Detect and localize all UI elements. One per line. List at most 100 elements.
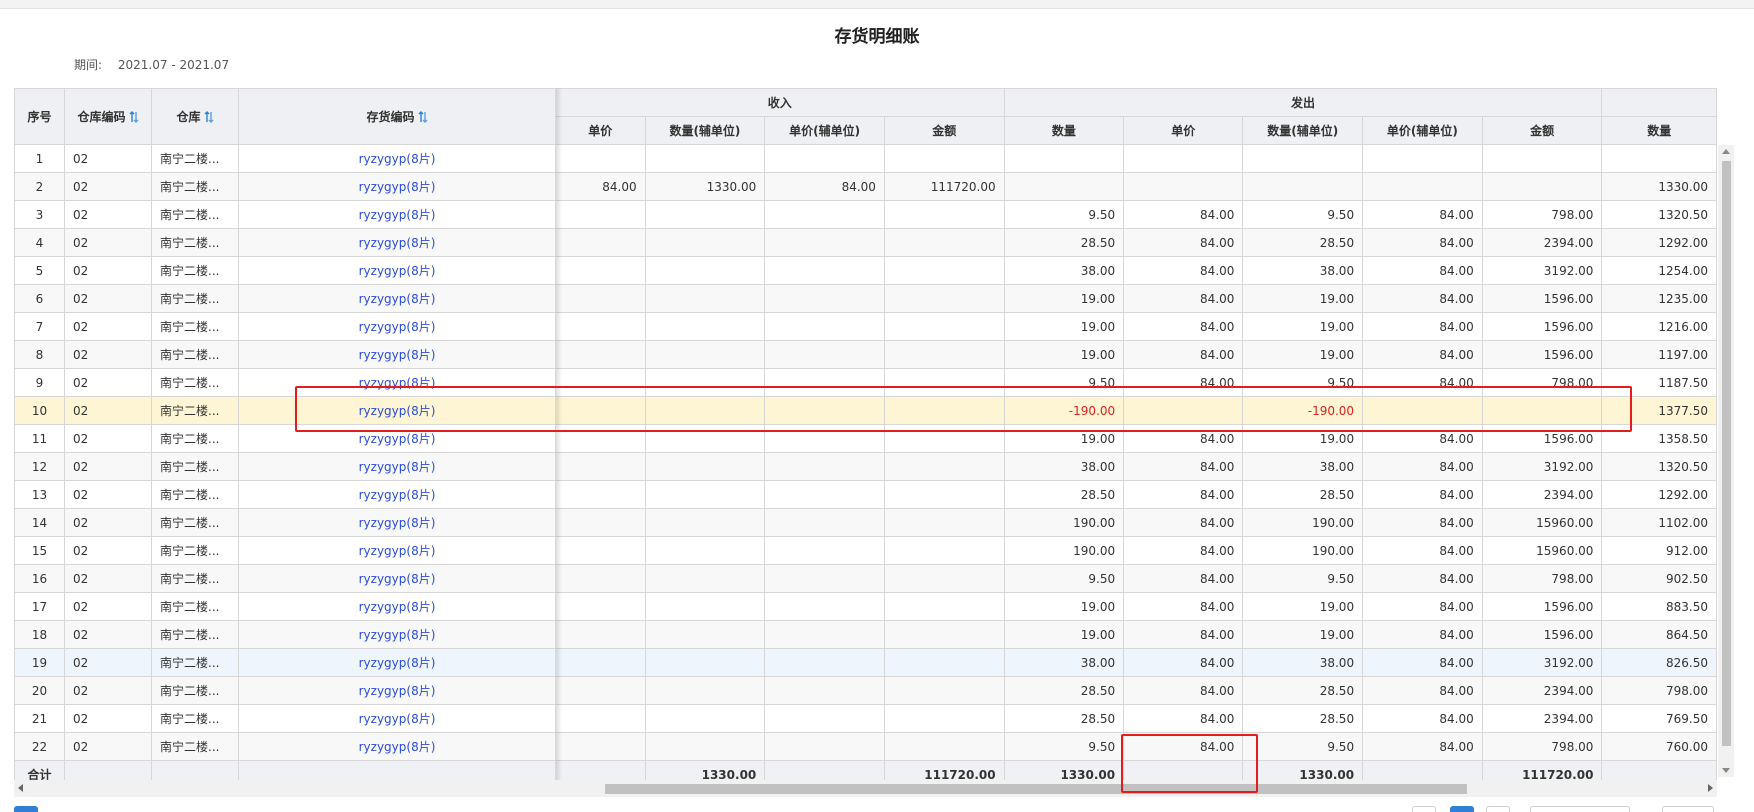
item-code-link[interactable]: ryzygyp(8片) [238,256,556,285]
col-warehouse-header[interactable]: 仓库 [151,88,239,145]
item-code-link[interactable]: ryzygyp(8片) [238,620,556,649]
issue-col-header-3[interactable]: 单价(辅单位) [1362,116,1483,145]
table-row[interactable]: 38.00 84.00 38.00 84.00 3192.00 1254.00 [555,256,1717,285]
table-row[interactable]: 19.00 84.00 19.00 84.00 1596.00 1216.00 [555,312,1717,341]
sort-arrows-icon[interactable] [204,111,214,123]
item-code-link[interactable]: ryzygyp(8片) [238,228,556,257]
horizontal-scroll-thumb[interactable] [605,784,1467,794]
table-row[interactable]: 2 02 南宁二楼... ryzygyp(8片) [14,172,556,201]
table-row[interactable]: 21 02 南宁二楼... ryzygyp(8片) [14,704,556,733]
scroll-up-icon[interactable] [1722,149,1730,154]
table-row[interactable]: 9.50 84.00 9.50 84.00 798.00 1187.50 [555,368,1717,397]
item-code-link[interactable]: ryzygyp(8片) [238,144,556,173]
item-code-link[interactable]: ryzygyp(8片) [238,452,556,481]
col-seq-header[interactable]: 序号 [14,88,65,145]
table-row[interactable]: 19 02 南宁二楼... ryzygyp(8片) [14,648,556,677]
col-warehouse-code-header[interactable]: 仓库编码 [64,88,152,145]
item-code-link[interactable]: ryzygyp(8片) [238,172,556,201]
item-code-link[interactable]: ryzygyp(8片) [238,564,556,593]
table-row[interactable]: 11 02 南宁二楼... ryzygyp(8片) [14,424,556,453]
issue-col-header-4[interactable]: 金额 [1481,116,1603,145]
table-row[interactable]: 38.00 84.00 38.00 84.00 3192.00 1320.50 [555,452,1717,481]
item-code-link[interactable]: ryzygyp(8片) [238,732,556,761]
table-row[interactable]: 4 02 南宁二楼... ryzygyp(8片) [14,228,556,257]
item-code-link[interactable]: ryzygyp(8片) [238,508,556,537]
table-row[interactable]: 9.50 84.00 9.50 84.00 798.00 902.50 [555,564,1717,593]
issue-col-header-0[interactable]: 数量 [1003,116,1125,145]
col-item-code-header[interactable]: 存货编码 [238,88,556,145]
page-size-button[interactable] [14,806,38,812]
sort-arrows-icon[interactable] [129,111,139,123]
table-row[interactable]: 5 02 南宁二楼... ryzygyp(8片) [14,256,556,285]
table-row[interactable]: 19.00 84.00 19.00 84.00 1596.00 1197.00 [555,340,1717,369]
income-cell [883,312,1005,341]
item-code-link[interactable]: ryzygyp(8片) [238,592,556,621]
item-code-link[interactable]: ryzygyp(8片) [238,536,556,565]
balance-col-header[interactable]: 数量 [1601,116,1717,145]
vertical-scrollbar[interactable] [1718,145,1734,777]
table-row[interactable]: 19.00 84.00 19.00 84.00 1596.00 1235.00 [555,284,1717,313]
table-row[interactable]: 13 02 南宁二楼... ryzygyp(8片) [14,480,556,509]
table-row[interactable]: 19.00 84.00 19.00 84.00 1596.00 1358.50 [555,424,1717,453]
table-row[interactable]: 1 02 南宁二楼... ryzygyp(8片) [14,144,556,173]
totals-empty-cell [64,760,152,782]
table-row[interactable]: 7 02 南宁二楼... ryzygyp(8片) [14,312,556,341]
item-code-link[interactable]: ryzygyp(8片) [238,312,556,341]
item-code-link[interactable]: ryzygyp(8片) [238,648,556,677]
table-row[interactable]: 10 02 南宁二楼... ryzygyp(8片) [14,396,556,425]
table-row[interactable]: 19.00 84.00 19.00 84.00 1596.00 864.50 [555,620,1717,649]
table-row[interactable]: 18 02 南宁二楼... ryzygyp(8片) [14,620,556,649]
table-row[interactable]: 84.00 1330.00 84.00 111720.00 1330.00 [555,172,1717,201]
table-row[interactable]: 6 02 南宁二楼... ryzygyp(8片) [14,284,556,313]
item-code-link[interactable]: ryzygyp(8片) [238,424,556,453]
pager-current-page[interactable] [1450,806,1474,812]
table-row[interactable]: 3 02 南宁二楼... ryzygyp(8片) [14,200,556,229]
item-code-link[interactable]: ryzygyp(8片) [238,704,556,733]
table-row[interactable]: 12 02 南宁二楼... ryzygyp(8片) [14,452,556,481]
issue-col-header-1[interactable]: 单价 [1123,116,1244,145]
table-row[interactable]: 28.50 84.00 28.50 84.00 2394.00 1292.00 [555,480,1717,509]
item-code-link[interactable]: ryzygyp(8片) [238,340,556,369]
horizontal-scrollbar[interactable] [14,780,1717,797]
table-row[interactable]: 19.00 84.00 19.00 84.00 1596.00 883.50 [555,592,1717,621]
table-row[interactable]: 8 02 南宁二楼... ryzygyp(8片) [14,340,556,369]
income-col-header-1[interactable]: 数量(辅单位) [644,116,766,145]
pager-go-button[interactable] [1662,806,1714,812]
item-code-link[interactable]: ryzygyp(8片) [238,200,556,229]
income-col-header-2[interactable]: 单价(辅单位) [764,116,885,145]
table-row[interactable]: 22 02 南宁二楼... ryzygyp(8片) [14,732,556,761]
table-row[interactable]: 17 02 南宁二楼... ryzygyp(8片) [14,592,556,621]
income-col-header-3[interactable]: 金额 [883,116,1005,145]
vertical-scroll-thumb[interactable] [1722,161,1731,746]
scroll-left-icon[interactable] [18,784,23,792]
sort-arrows-icon[interactable] [418,111,428,123]
item-code-link[interactable]: ryzygyp(8片) [238,368,556,397]
scroll-right-icon[interactable] [1708,784,1713,792]
table-row[interactable]: 16 02 南宁二楼... ryzygyp(8片) [14,564,556,593]
table-row[interactable]: 9.50 84.00 9.50 84.00 798.00 760.00 [555,732,1717,761]
table-row[interactable]: 9.50 84.00 9.50 84.00 798.00 1320.50 [555,200,1717,229]
issue-col-header-2[interactable]: 数量(辅单位) [1242,116,1364,145]
item-code-link[interactable]: ryzygyp(8片) [238,396,556,425]
item-code-link[interactable]: ryzygyp(8片) [238,284,556,313]
income-col-header-0[interactable]: 单价 [555,116,646,145]
table-row[interactable]: 14 02 南宁二楼... ryzygyp(8片) [14,508,556,537]
table-row[interactable]: 28.50 84.00 28.50 84.00 2394.00 769.50 [555,704,1717,733]
table-row[interactable] [555,144,1717,173]
table-row[interactable]: 20 02 南宁二楼... ryzygyp(8片) [14,676,556,705]
table-row[interactable]: 15 02 南宁二楼... ryzygyp(8片) [14,536,556,565]
table-row[interactable]: 38.00 84.00 38.00 84.00 3192.00 826.50 [555,648,1717,677]
table-row[interactable]: 28.50 84.00 28.50 84.00 2394.00 1292.00 [555,228,1717,257]
table-row[interactable]: -190.00 -190.00 1377.50 [555,396,1717,425]
table-row[interactable]: 9 02 南宁二楼... ryzygyp(8片) [14,368,556,397]
pager-next-button[interactable] [1486,806,1510,812]
scroll-down-icon[interactable] [1722,768,1730,773]
table-row[interactable]: 28.50 84.00 28.50 84.00 2394.00 798.00 [555,676,1717,705]
income-cell [555,592,646,621]
item-code-link[interactable]: ryzygyp(8片) [238,480,556,509]
pager-prev-button[interactable] [1412,806,1436,812]
table-row[interactable]: 190.00 84.00 190.00 84.00 15960.00 912.00 [555,536,1717,565]
item-code-link[interactable]: ryzygyp(8片) [238,676,556,705]
table-row[interactable]: 190.00 84.00 190.00 84.00 15960.00 1102.00 [555,508,1717,537]
pager-jump-input[interactable] [1530,806,1630,812]
